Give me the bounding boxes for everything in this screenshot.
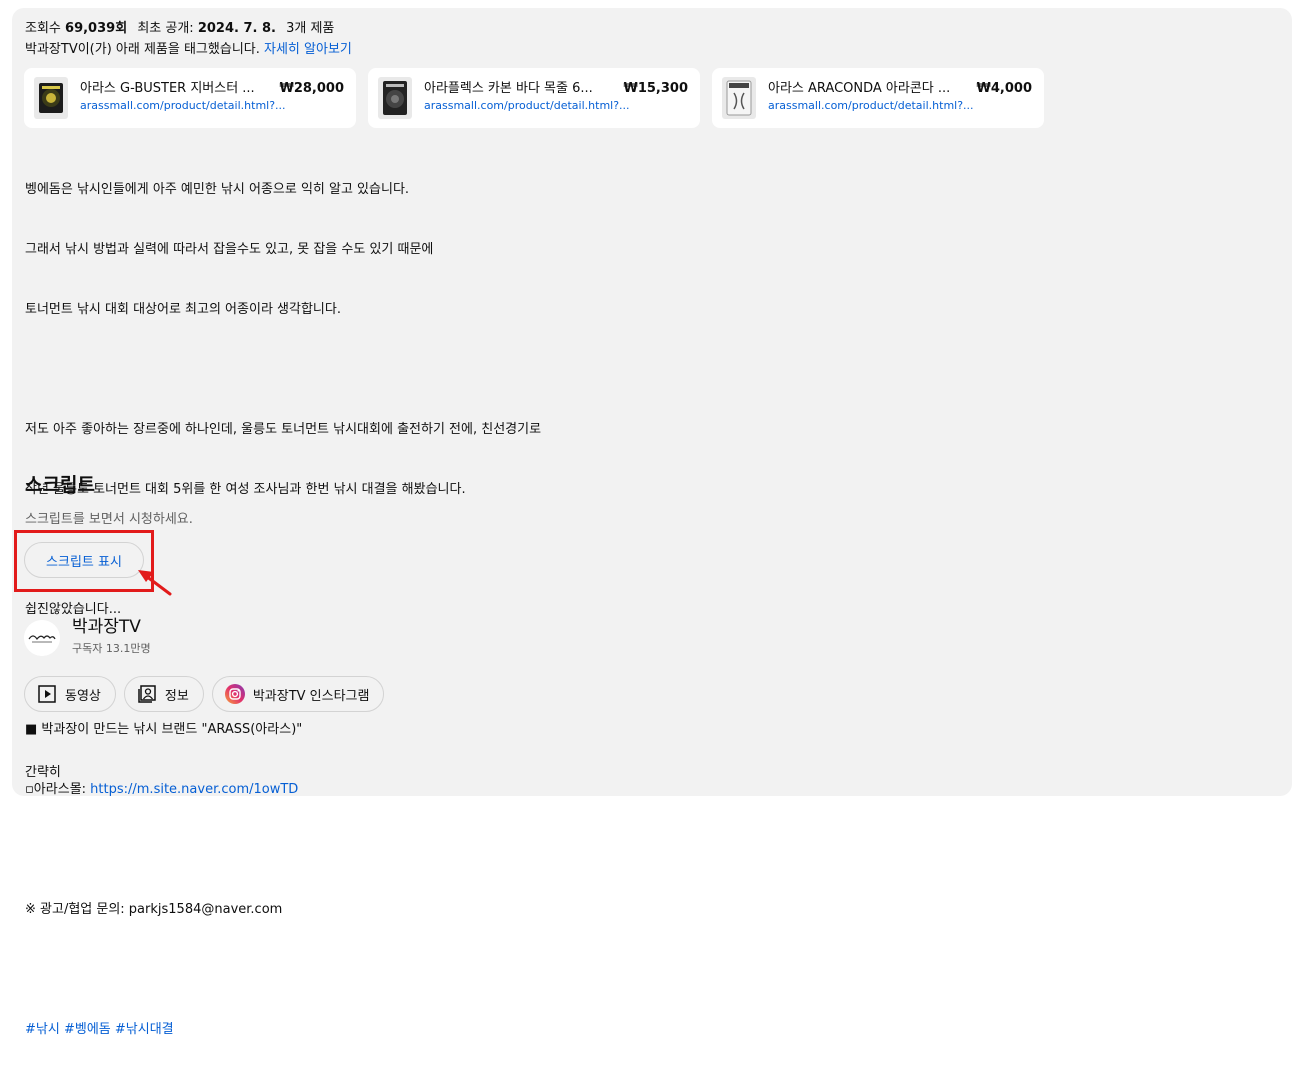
description-line: 작년 울릉도 토너먼트 대회 5위를 한 여성 조사님과 한번 낚시 대결을 해…: [25, 482, 466, 497]
instagram-icon: [224, 684, 245, 704]
hashtag-link[interactable]: #벵에돔: [64, 1022, 111, 1037]
product-card[interactable]: 아라스 G-BUSTER 지버스터 ... ₩28,000 arassmall.…: [24, 68, 356, 128]
hashtag-link[interactable]: #낚시: [25, 1022, 60, 1037]
instagram-chip[interactable]: 박과장TV 인스타그램: [211, 676, 385, 712]
contact-line: ※ 광고/협업 문의: parkjs1584@naver.com: [25, 902, 283, 917]
tagged-products-note: 박과장TV이(가) 아래 제품을 태그했습니다. 자세히 알아보기: [25, 41, 352, 59]
views-prefix: 조회수: [25, 21, 61, 36]
transcript-heading: 스크립트: [25, 474, 95, 496]
description-line: 그래서 낚시 방법과 실력에 따라서 잡을수도 있고, 못 잡을 수도 있기 때…: [25, 242, 434, 257]
product-name: 아라스 G-BUSTER 지버스터 ...: [80, 81, 255, 96]
product-list: 아라스 G-BUSTER 지버스터 ... ₩28,000 arassmall.…: [24, 68, 1044, 128]
first-public-label: 최초 공개:: [137, 21, 194, 36]
hashtag-line: #낚시 #벵에돔 #낚시대결: [25, 1020, 541, 1040]
transcript-subtitle: 스크립트를 보면서 시청하세요.: [25, 512, 193, 527]
first-public-date: 2024. 7. 8.: [197, 21, 276, 36]
products-count: 3개 제품: [286, 21, 335, 36]
product-url: arassmall.com/product/detail.html?...: [768, 99, 974, 112]
product-thumbnail: [378, 77, 412, 119]
product-thumbnail: [722, 77, 756, 119]
product-url: arassmall.com/product/detail.html?...: [424, 99, 630, 112]
tagged-products-text: 박과장TV이(가) 아래 제품을 태그했습니다.: [25, 42, 260, 57]
description-line: 토너먼트 낚시 대회 대상어로 최고의 어종이라 생각합니다.: [25, 302, 341, 317]
about-chip-label: 정보: [164, 688, 189, 704]
product-thumbnail: [34, 77, 68, 119]
show-transcript-button[interactable]: 스크립트 표시: [24, 542, 144, 578]
description-panel: 조회수 69,039회 최초 공개: 2024. 7. 8. 3개 제품 박과장…: [12, 8, 1292, 1037]
learn-more-link[interactable]: 자세히 알아보기: [264, 42, 352, 57]
show-less-button[interactable]: 간략히: [25, 764, 61, 782]
product-name: 아라플렉스 카본 바다 목줄 6...: [424, 81, 593, 96]
product-price: ₩28,000: [279, 81, 344, 96]
product-url: arassmall.com/product/detail.html?...: [80, 99, 286, 112]
channel-name[interactable]: 박과장TV: [72, 616, 141, 638]
subscriber-count: 구독자 13.1만명: [72, 642, 151, 655]
profile-info-icon: [137, 684, 157, 704]
video-play-icon: [37, 684, 57, 704]
channel-avatar[interactable]: [24, 620, 60, 656]
description-line: 저도 아주 좋아하는 장르중에 하나인데, 울릉도 토너먼트 낚시대회에 출전하…: [25, 422, 542, 437]
product-card[interactable]: 아라플렉스 카본 바다 목줄 6... ₩15,300 arassmall.co…: [368, 68, 700, 128]
mall-line: ▫아라스몰: https://m.site.naver.com/1owTD: [25, 780, 541, 800]
video-meta: 조회수 69,039회 최초 공개: 2024. 7. 8. 3개 제품: [25, 20, 334, 38]
product-card[interactable]: 아라스 ARACONDA 아라콘다 ... ₩4,000 arassmall.c…: [712, 68, 1044, 128]
instagram-chip-label: 박과장TV 인스타그램: [252, 688, 370, 704]
videos-chip[interactable]: 동영상: [24, 676, 116, 712]
brand-line: ■ 박과장이 만드는 낚시 브랜드 "ARASS(아라스)": [25, 722, 303, 737]
mall-label: ▫아라스몰:: [25, 782, 91, 797]
mall-link[interactable]: https://m.site.naver.com/1owTD: [90, 782, 298, 797]
description-line: 벵에돔은 낚시인들에게 아주 예민한 낚시 어종으로 익히 알고 있습니다.: [25, 182, 410, 197]
annotation-arrow-icon: [138, 570, 172, 596]
product-price: ₩4,000: [976, 81, 1032, 96]
description-text: 벵에돔은 낚시인들에게 아주 예민한 낚시 어종으로 익히 알고 있습니다. 그…: [25, 140, 541, 1080]
product-price: ₩15,300: [623, 81, 688, 96]
videos-chip-label: 동영상: [65, 688, 101, 704]
product-name: 아라스 ARACONDA 아라콘다 ...: [768, 81, 951, 96]
view-count: 69,039회: [65, 21, 128, 36]
channel-chips: 동영상 정보 박과장TV 인스타그램: [24, 676, 385, 712]
hashtag-link[interactable]: #낚시대결: [115, 1022, 174, 1037]
about-chip[interactable]: 정보: [123, 676, 204, 712]
